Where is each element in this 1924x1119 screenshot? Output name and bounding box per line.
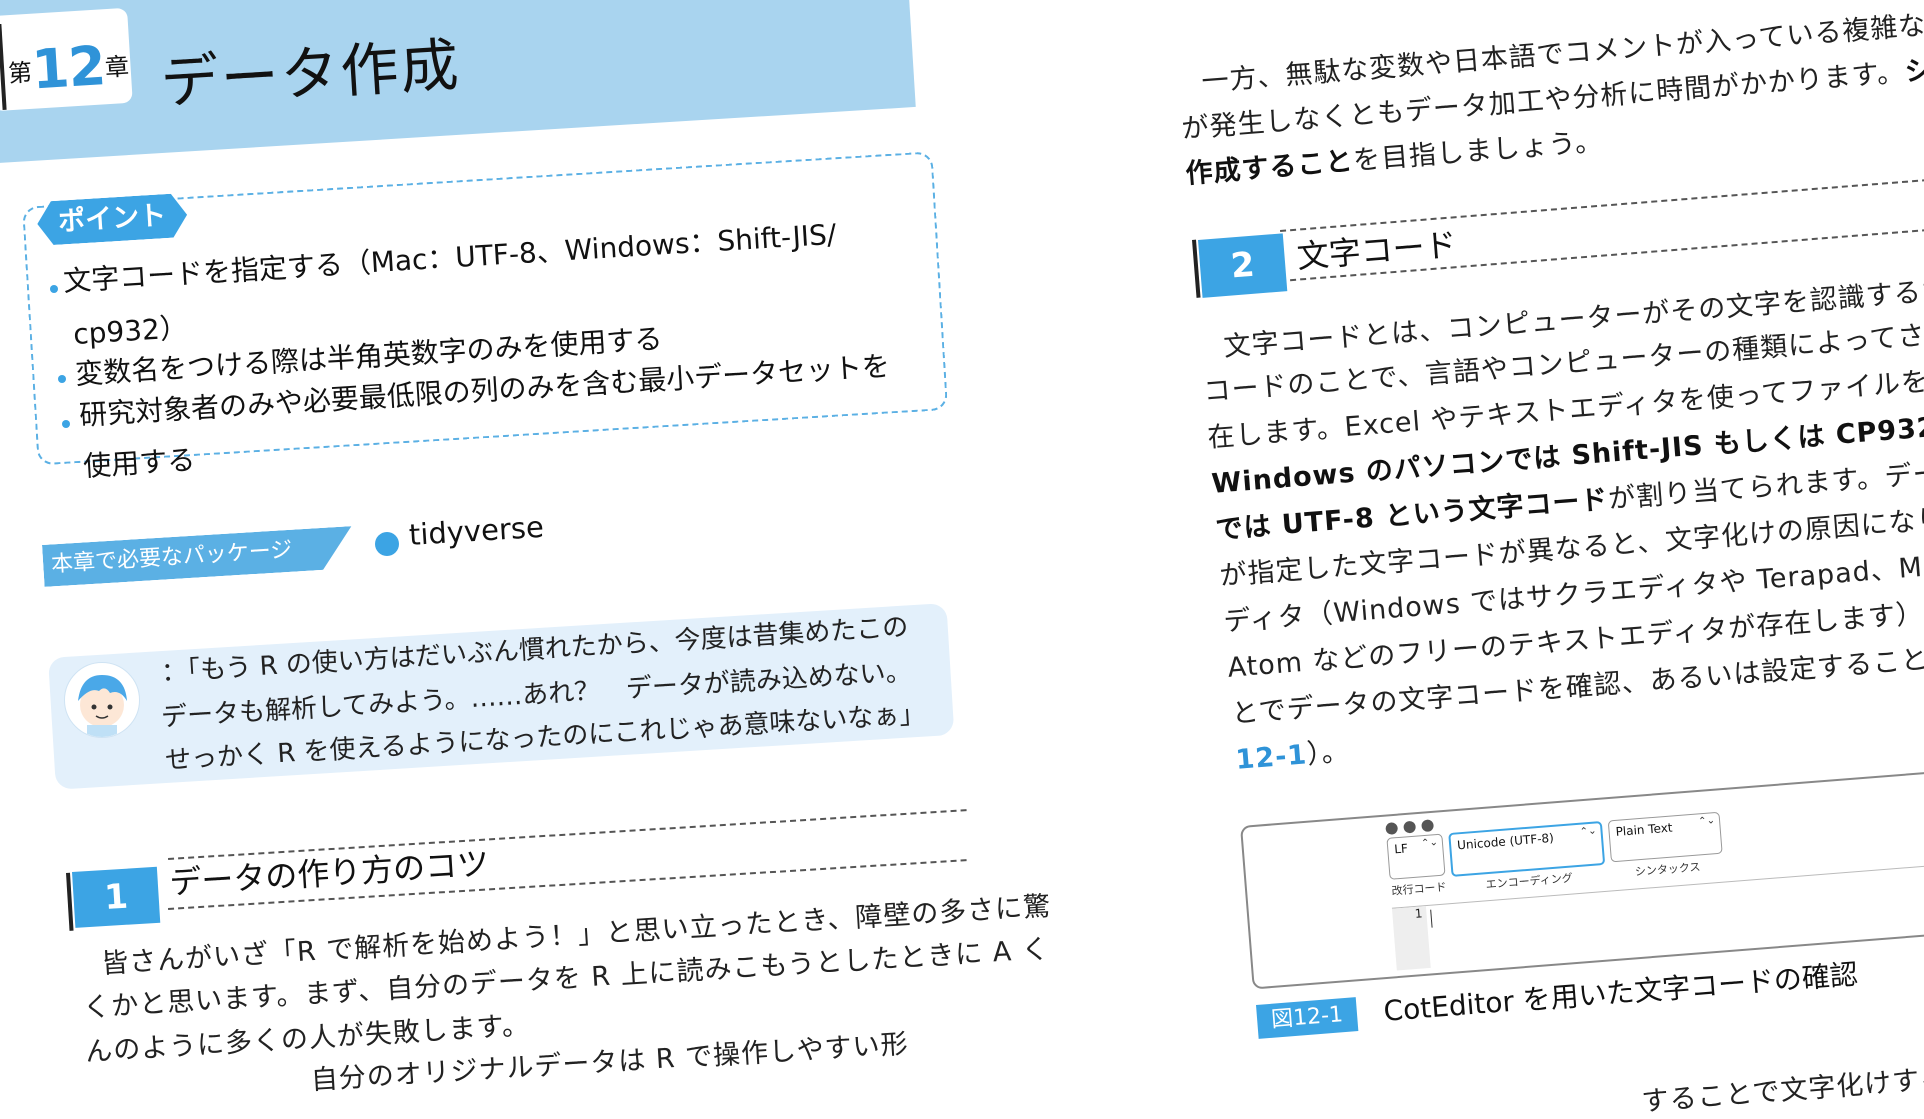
package-label: 本章で必要なパッケージ bbox=[42, 526, 354, 587]
section-number: 1 bbox=[72, 866, 161, 928]
bold-text-run: 作成すること bbox=[1184, 145, 1355, 190]
point-line: 使用する bbox=[82, 443, 197, 483]
body-text-line: することで文字化けすることなくデー bbox=[1640, 1049, 1924, 1118]
chapter-prefix: 第 bbox=[7, 58, 33, 88]
text-cursor bbox=[1430, 909, 1433, 928]
updown-icon: ⌃⌄ bbox=[1697, 815, 1716, 828]
close-dot-icon bbox=[1385, 822, 1399, 835]
syntax-caption: シンタックス bbox=[1634, 860, 1701, 879]
line-number-gutter: 1 bbox=[1391, 906, 1431, 971]
body-text-line: 12-1）。 bbox=[1234, 729, 1351, 777]
section-title: データの作り方のコツ bbox=[168, 844, 491, 902]
encoding-caption: エンコーディング bbox=[1485, 871, 1574, 892]
package-name: tidyverse bbox=[408, 509, 545, 552]
updown-icon: ⌃⌄ bbox=[1420, 836, 1439, 850]
syntax-select[interactable]: Plain Text ⌃⌄ シンタックス bbox=[1607, 811, 1723, 879]
encoding-value: Unicode (UTF-8) bbox=[1456, 830, 1555, 853]
boy-character-icon bbox=[78, 675, 127, 737]
zoom-dot-icon bbox=[1421, 819, 1435, 833]
point-line: cp932） bbox=[72, 310, 189, 351]
text-run: を目指しましょう。 bbox=[1352, 126, 1605, 177]
section-number: 2 bbox=[1198, 233, 1288, 298]
text-run: ）。 bbox=[1305, 736, 1351, 771]
line-ending-value: LF bbox=[1393, 841, 1409, 857]
syntax-value: Plain Text bbox=[1615, 820, 1673, 839]
minimize-dot-icon bbox=[1403, 820, 1417, 834]
updown-icon: ⌃⌄ bbox=[1579, 825, 1597, 838]
bullet-dot-icon bbox=[62, 420, 70, 428]
avatar bbox=[64, 662, 140, 738]
figure-label: 図12-1 bbox=[1256, 997, 1359, 1039]
chapter-number-label: 第12章 bbox=[6, 33, 131, 103]
line-ending-select[interactable]: LF ⌃⌄ 改行コード bbox=[1386, 833, 1447, 898]
point-tag: ポイント bbox=[36, 193, 188, 246]
bold-text-run: シンプ bbox=[1903, 50, 1924, 88]
bullet-dot-icon bbox=[58, 375, 66, 383]
bullet-dot-icon bbox=[50, 285, 58, 293]
chapter-number: 12 bbox=[29, 34, 107, 102]
line-ending-caption: 改行コード bbox=[1391, 880, 1447, 898]
section-divider bbox=[1280, 179, 1924, 232]
encoding-select[interactable]: Unicode (UTF-8) ⌃⌄ エンコーディング bbox=[1448, 820, 1606, 891]
chapter-suffix: 章 bbox=[104, 52, 130, 82]
line-number: 1 bbox=[1414, 906, 1423, 921]
package-bullet-icon bbox=[375, 532, 399, 556]
figure-reference-link[interactable]: 12-1 bbox=[1235, 739, 1309, 776]
